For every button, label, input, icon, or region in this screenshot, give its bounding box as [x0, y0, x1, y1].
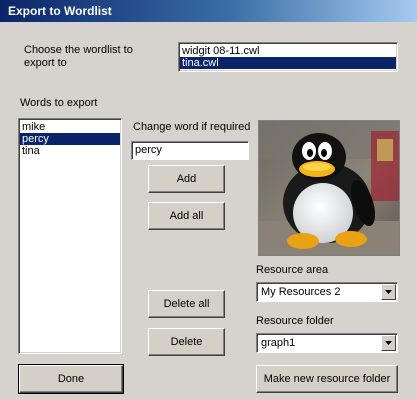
window-title-bar[interactable]: Export to Wordlist: [0, 0, 417, 22]
resource-area-label: Resource area: [256, 264, 329, 276]
word-item-selected[interactable]: percy: [20, 133, 120, 145]
window-title: Export to Wordlist: [8, 4, 112, 18]
choose-wordlist-label: Choose the wordlist to export to: [24, 44, 133, 69]
resource-folder-select[interactable]: graph1: [256, 333, 398, 353]
add-all-button[interactable]: Add all: [148, 202, 225, 230]
make-new-resource-folder-button[interactable]: Make new resource folder: [256, 365, 398, 393]
penguin-toy-photo: [259, 121, 399, 255]
resource-folder-label: Resource folder: [256, 315, 334, 327]
done-button-label: Done: [57, 373, 85, 385]
wordlist-listbox[interactable]: widgit 08-11.cwl tina.cwl: [178, 42, 398, 72]
wordlist-item[interactable]: widgit 08-11.cwl: [180, 45, 396, 57]
change-word-input[interactable]: percy: [131, 141, 249, 160]
words-to-export-label: Words to export: [20, 97, 98, 109]
add-button-label: Add: [176, 173, 197, 185]
resource-area-value: My Resources 2: [261, 286, 341, 298]
wordlist-item-selected[interactable]: tina.cwl: [180, 57, 396, 69]
word-item[interactable]: mike: [20, 121, 120, 133]
resource-folder-value: graph1: [261, 337, 296, 349]
add-button[interactable]: Add: [148, 165, 225, 193]
change-word-label: Change word if required: [133, 121, 251, 133]
delete-button[interactable]: Delete: [148, 328, 225, 356]
resource-folder-dropdown-button[interactable]: [381, 335, 396, 351]
make-new-resource-folder-label: Make new resource folder: [263, 373, 391, 385]
chevron-down-icon: [385, 290, 392, 294]
delete-all-button-label: Delete all: [163, 298, 210, 310]
add-all-button-label: Add all: [169, 210, 204, 222]
delete-button-label: Delete: [170, 336, 203, 348]
done-button[interactable]: Done: [18, 364, 124, 394]
word-item[interactable]: tina: [20, 145, 120, 157]
resource-preview-image: [258, 120, 400, 256]
delete-all-button[interactable]: Delete all: [148, 290, 225, 318]
chevron-down-icon: [385, 341, 392, 345]
resource-area-select[interactable]: My Resources 2: [256, 282, 398, 302]
words-listbox[interactable]: mike percy tina: [18, 118, 122, 354]
resource-area-dropdown-button[interactable]: [381, 284, 396, 300]
